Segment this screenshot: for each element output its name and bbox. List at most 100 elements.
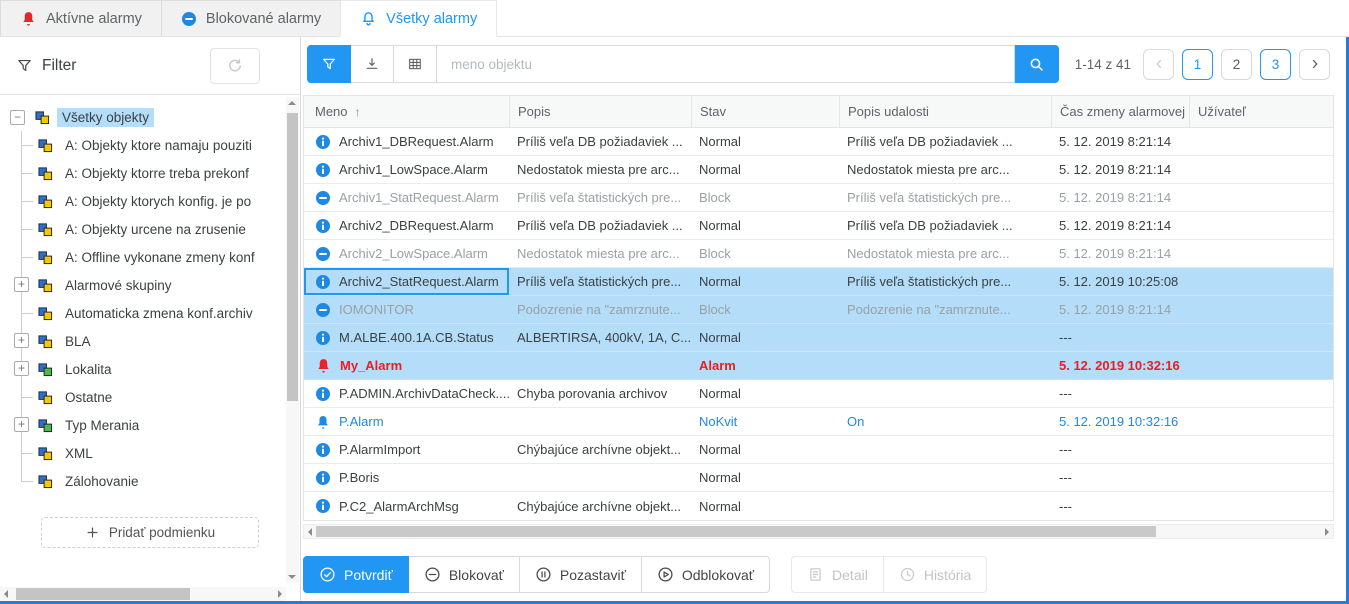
cell-meno[interactable]: Archiv2_StatRequest.Alarm	[304, 268, 509, 295]
scroll-right-icon[interactable]	[1325, 528, 1329, 536]
tree-item[interactable]: +Alarmové skupiny	[0, 271, 300, 299]
tree-vertical-scrollbar[interactable]	[286, 97, 299, 583]
cell-meno[interactable]: Archiv1_StatRequest.Alarm	[304, 184, 509, 211]
tab-0[interactable]: Aktívne alarmy	[0, 0, 162, 36]
export-button[interactable]	[350, 45, 394, 83]
tree-horizontal-scrollbar[interactable]	[0, 587, 286, 601]
tree-item[interactable]: +Lokalita	[0, 355, 300, 383]
tree-item[interactable]: A: Objekty ktore namaju pouziti	[0, 131, 300, 159]
column-header-1[interactable]: Popis	[509, 96, 691, 127]
tree-item[interactable]: A: Offline vykonane zmeny konf	[0, 243, 300, 271]
cell-cas-zmeny: 5. 12. 2019 10:32:16	[1051, 352, 1189, 379]
cell-meno[interactable]: P.C2_AlarmArchMsg	[304, 492, 509, 520]
tree-item[interactable]: +Typ Merania	[0, 411, 300, 439]
scrollbar-thumb[interactable]	[316, 526, 1156, 537]
cell-popis-udalosti: Príliš veľa štatistických pre...	[839, 184, 1051, 211]
cell-meno[interactable]: P.Alarm	[304, 408, 509, 435]
tree-item-label: A: Offline vykonane zmeny konf	[60, 248, 260, 267]
tree-item[interactable]: XML	[0, 439, 300, 467]
table-row[interactable]: P.BorisNormal---	[304, 464, 1333, 492]
object-group-icon	[38, 138, 53, 153]
page-button-3[interactable]: 3	[1260, 49, 1291, 80]
scroll-left-icon[interactable]	[4, 590, 8, 598]
scrollbar-thumb[interactable]	[16, 588, 190, 600]
info-icon	[315, 386, 331, 402]
cell-cas-zmeny: ---	[1051, 380, 1189, 407]
column-header-3[interactable]: Popis udalosti	[839, 96, 1051, 127]
potvrdi--button[interactable]: Potvrdiť	[303, 556, 409, 593]
tree-item[interactable]: Automaticka zmena konf.archiv	[0, 299, 300, 327]
cell-meno[interactable]: M.ALBE.400.1A.CB.Status	[304, 324, 509, 351]
cell-uzivatel	[1189, 464, 1333, 491]
tree-item[interactable]: −Všetky objekty	[0, 103, 300, 131]
search-button[interactable]	[1015, 45, 1059, 83]
tab-2[interactable]: Všetky alarmy	[340, 0, 497, 37]
table-row[interactable]: Archiv2_StatRequest.AlarmPríliš veľa šta…	[304, 268, 1333, 296]
refresh-button[interactable]	[210, 48, 260, 84]
expand-icon[interactable]: +	[14, 277, 29, 292]
cell-meno[interactable]: Archiv2_LowSpace.Alarm	[304, 240, 509, 267]
cell-meno[interactable]: My_Alarm	[304, 352, 509, 379]
table-row[interactable]: Archiv2_DBRequest.AlarmPríliš veľa DB po…	[304, 212, 1333, 240]
cell-stav: Normal	[691, 212, 839, 239]
scroll-up-icon[interactable]	[288, 101, 296, 105]
expand-icon[interactable]: +	[14, 417, 29, 432]
tree-item[interactable]: Ostatne	[0, 383, 300, 411]
cell-meno[interactable]: Archiv2_DBRequest.Alarm	[304, 212, 509, 239]
odblokova--button[interactable]: Odblokovať	[641, 556, 770, 593]
next-page-button[interactable]	[1299, 49, 1330, 80]
search-input[interactable]	[437, 45, 1015, 83]
column-header-2[interactable]: Stav	[691, 96, 839, 127]
plus-icon	[85, 525, 100, 540]
collapse-icon[interactable]: −	[10, 110, 25, 125]
prev-page-button[interactable]	[1143, 49, 1174, 80]
column-label: Meno	[315, 104, 348, 119]
table-horizontal-scrollbar[interactable]	[303, 524, 1334, 539]
table-row[interactable]: Archiv1_LowSpace.AlarmNedostatok miesta …	[304, 156, 1333, 184]
table-row[interactable]: My_AlarmAlarm5. 12. 2019 10:32:16	[304, 352, 1333, 380]
blokova--button[interactable]: Blokovať	[408, 556, 520, 593]
table-row[interactable]: M.ALBE.400.1A.CB.StatusALBERTIRSA, 400kV…	[304, 324, 1333, 352]
column-header-0[interactable]: Meno↑	[304, 96, 509, 127]
expand-icon[interactable]: +	[14, 361, 29, 376]
scroll-right-icon[interactable]	[278, 590, 282, 598]
tree-item[interactable]: A: Objekty ktorre treba prekonf	[0, 159, 300, 187]
add-condition-button[interactable]: Pridať podmienku	[41, 517, 259, 548]
pozastavi--button[interactable]: Pozastaviť	[519, 556, 642, 593]
tree-item[interactable]: A: Objekty urcene na zrusenie	[0, 215, 300, 243]
cell-stav: Normal	[691, 156, 839, 183]
cell-meno[interactable]: Archiv1_LowSpace.Alarm	[304, 156, 509, 183]
cell-meno[interactable]: IOMONITOR	[304, 296, 509, 323]
tree-item[interactable]: +BLA	[0, 327, 300, 355]
tab-1[interactable]: Blokované alarmy	[161, 0, 341, 36]
table-row[interactable]: P.AlarmImportChýbajúce archívne objekt..…	[304, 436, 1333, 464]
columns-button[interactable]	[393, 45, 437, 83]
table-row[interactable]: Archiv2_LowSpace.AlarmNedostatok miesta …	[304, 240, 1333, 268]
expand-icon[interactable]: +	[14, 333, 29, 348]
tree-item[interactable]: Zálohovanie	[0, 467, 300, 495]
table-row[interactable]: Archiv1_StatRequest.Alarm Príliš veľa šta…	[304, 184, 1333, 212]
scrollbar-thumb[interactable]	[287, 113, 298, 401]
cell-meno[interactable]: Archiv1_DBRequest.Alarm	[304, 128, 509, 155]
tree-item[interactable]: A: Objekty ktorych konfig. je po	[0, 187, 300, 215]
object-name: P.AlarmImport	[339, 442, 420, 457]
object-group-icon	[38, 362, 53, 377]
table-row[interactable]: P.AlarmNoKvitOn5. 12. 2019 10:32:16	[304, 408, 1333, 436]
cell-meno[interactable]: P.AlarmImport	[304, 436, 509, 463]
table-row[interactable]: P.C2_AlarmArchMsgChýbajúce archívne obje…	[304, 492, 1333, 520]
cell-popis-udalosti: Príliš veľa DB požiadaviek ...	[839, 128, 1051, 155]
column-header-5[interactable]: Užívateľ	[1189, 96, 1333, 127]
page-button-2[interactable]: 2	[1221, 49, 1252, 80]
cell-stav: Normal	[691, 380, 839, 407]
table-row[interactable]: Archiv1_DBRequest.Alarm Príliš veľa DB po…	[304, 128, 1333, 156]
cell-meno[interactable]: P.ADMIN.ArchivDataCheck....	[304, 380, 509, 407]
column-header-4[interactable]: Čas zmeny alarmovej h...	[1051, 96, 1189, 127]
scroll-left-icon[interactable]	[308, 528, 312, 536]
tree-connector	[12, 159, 38, 187]
table-row[interactable]: P.ADMIN.ArchivDataCheck....Chyba porovan…	[304, 380, 1333, 408]
cell-meno[interactable]: P.Boris	[304, 464, 509, 491]
filter-toggle-button[interactable]	[307, 45, 351, 83]
page-button-1[interactable]: 1	[1182, 49, 1213, 80]
scroll-down-icon[interactable]	[288, 575, 296, 579]
table-row[interactable]: IOMONITORPodozrenie na "zamrznute...Bloc…	[304, 296, 1333, 324]
